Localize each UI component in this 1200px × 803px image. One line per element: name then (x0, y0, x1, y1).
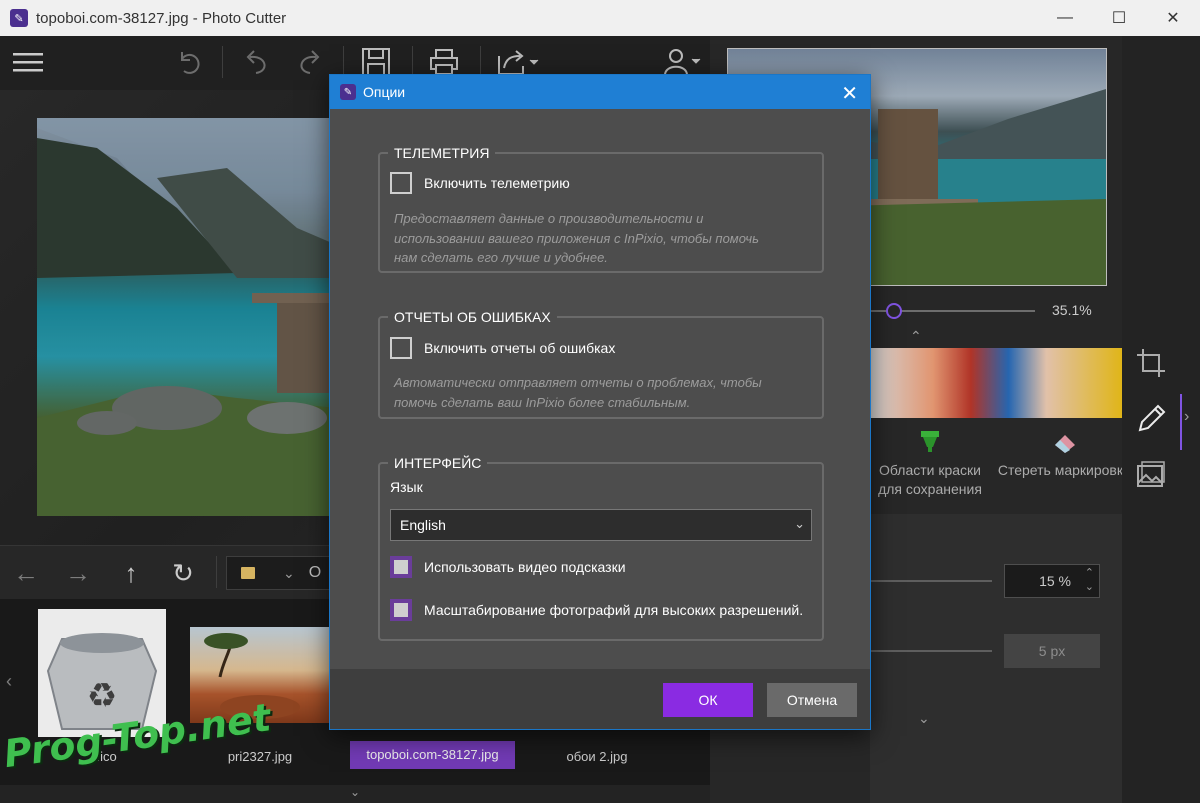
error-reports-checkbox-row[interactable]: Включить отчеты об ошибках (390, 337, 615, 359)
hidpi-checkbox-row[interactable]: Масштабирование фотографий для высоких р… (390, 599, 803, 621)
telemetry-description: Предоставляет данные о производительност… (394, 209, 759, 268)
window-controls: — ☐ ✕ (1038, 0, 1200, 36)
cancel-button[interactable]: Отмена (767, 683, 857, 717)
minimize-button[interactable]: — (1038, 0, 1092, 36)
ok-button[interactable]: ОК (663, 683, 753, 717)
language-label: Язык (390, 479, 423, 495)
options-dialog: ✎ Опции ✕ ТЕЛЕМЕТРИЯ Включить телеметрию… (329, 74, 871, 730)
telemetry-checkbox[interactable] (390, 172, 412, 194)
window-title: topoboi.com-38127.jpg - Photo Cutter (36, 9, 287, 27)
video-hints-checkbox-row[interactable]: Использовать видео подсказки (390, 556, 626, 578)
telemetry-checkbox-label: Включить телеметрию (424, 175, 570, 191)
language-value: English (400, 517, 446, 533)
error-desc-line: помочь сделать ваш InPixio более стабиль… (394, 394, 691, 410)
dialog-app-icon: ✎ (340, 84, 356, 100)
video-hints-checkbox[interactable] (390, 556, 412, 578)
app-icon: ✎ (10, 9, 28, 27)
close-button[interactable]: ✕ (1146, 0, 1200, 36)
language-select[interactable]: English ⌄ (390, 509, 812, 541)
dialog-footer: ОК Отмена (330, 669, 870, 729)
telemetry-desc-line: нам сделать его лучше и удобнее. (394, 250, 608, 265)
error-reports-description: Автоматически отправляет отчеты о пробле… (394, 373, 762, 412)
error-reports-checkbox-label: Включить отчеты об ошибках (424, 340, 616, 356)
title-bar: ✎ topoboi.com-38127.jpg - Photo Cutter —… (0, 0, 1200, 36)
telemetry-desc-line: использовании вашего приложения с InPixi… (394, 230, 759, 246)
error-reports-checkbox[interactable] (390, 337, 412, 359)
interface-group: ИНТЕРФЕЙС Язык English ⌄ Использовать ви… (378, 455, 824, 641)
maximize-button[interactable]: ☐ (1092, 0, 1146, 36)
dialog-title-bar: ✎ Опции (330, 75, 870, 109)
error-reports-legend: ОТЧЕТЫ ОБ ОШИБКАХ (394, 309, 551, 325)
video-hints-label: Использовать видео подсказки (424, 559, 626, 575)
telemetry-legend: ТЕЛЕМЕТРИЯ (394, 145, 490, 161)
telemetry-desc-line: Предоставляет данные о производительност… (394, 211, 704, 226)
telemetry-group: ТЕЛЕМЕТРИЯ Включить телеметрию Предостав… (378, 145, 824, 273)
dialog-body: ТЕЛЕМЕТРИЯ Включить телеметрию Предостав… (330, 109, 870, 669)
error-desc-line: Автоматически отправляет отчеты о пробле… (394, 375, 762, 390)
hidpi-checkbox[interactable] (390, 599, 412, 621)
dialog-close-button[interactable]: ✕ (841, 81, 858, 106)
telemetry-checkbox-row[interactable]: Включить телеметрию (390, 172, 570, 194)
dialog-title: Опции (363, 84, 406, 100)
error-reports-group: ОТЧЕТЫ ОБ ОШИБКАХ Включить отчеты об оши… (378, 309, 824, 419)
chevron-down-icon: ⌄ (794, 516, 805, 531)
interface-legend: ИНТЕРФЕЙС (394, 455, 482, 471)
hidpi-label: Масштабирование фотографий для высоких р… (424, 602, 804, 618)
